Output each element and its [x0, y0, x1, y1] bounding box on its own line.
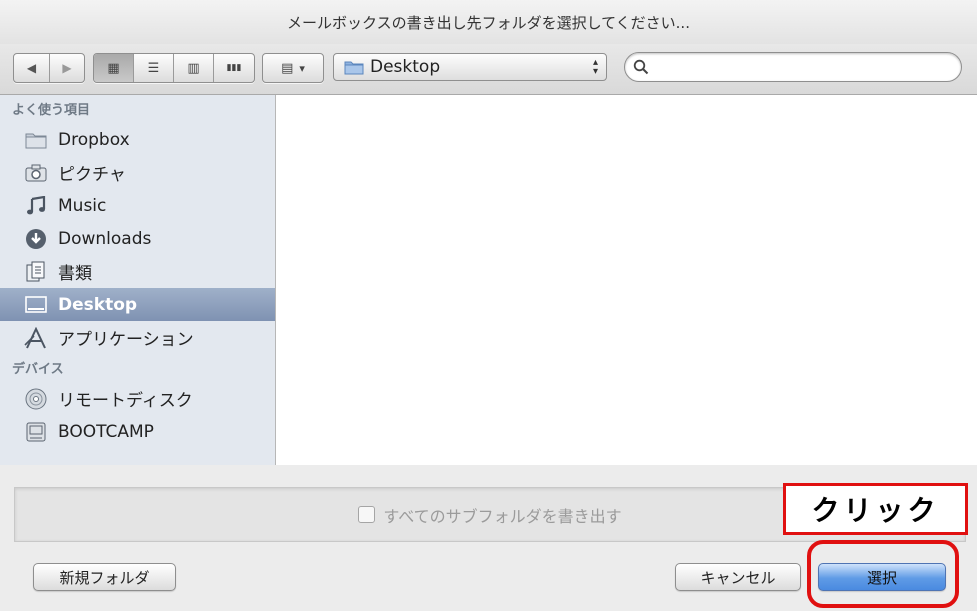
camera-icon — [24, 161, 48, 185]
up-down-arrows-icon: ▴ ▾ — [592, 57, 598, 77]
new-folder-button[interactable]: 新規フォルダ — [33, 563, 176, 591]
forward-arrow-icon: ▶ — [62, 61, 72, 75]
search-field[interactable] — [624, 52, 962, 82]
download-icon — [24, 227, 48, 251]
folder-icon — [24, 128, 48, 152]
coverflow-view-icon: ▮▮▮ — [226, 63, 242, 73]
column-view-icon: ▥ — [187, 60, 200, 76]
sidebar-item-label: 書類 — [58, 264, 92, 284]
list-view-icon: ☰ — [147, 60, 160, 76]
arrange-button[interactable]: ▤ ▾ — [262, 53, 324, 83]
sidebar-item-remote-disc[interactable]: リモートディスク — [0, 382, 275, 415]
hard-drive-icon — [24, 420, 48, 444]
icon-view-icon: ▦ — [107, 60, 120, 76]
sidebar: よく使う項目 Dropbox ピクチャ Music Downloads 書類 D… — [0, 95, 276, 465]
applications-icon — [24, 326, 48, 350]
back-arrow-icon: ◀ — [26, 61, 37, 75]
sidebar-item-label: Music — [58, 195, 107, 216]
dialog-title: メールボックスの書き出し先フォルダを選択してください... — [0, 0, 977, 44]
sidebar-item-label: BOOTCAMP — [58, 421, 154, 442]
sidebar-item-label: アプリケーション — [58, 330, 194, 350]
desktop-icon — [24, 293, 48, 317]
nav-buttons: ◀ ▶ — [13, 53, 85, 83]
highlight-ring — [807, 540, 959, 608]
export-subfolders-label: すべてのサブフォルダを書き出す — [383, 506, 622, 526]
sidebar-item-label: Downloads — [58, 228, 152, 249]
sidebar-item-music[interactable]: Music — [0, 189, 275, 222]
sidebar-item-desktop[interactable]: Desktop — [0, 288, 275, 321]
sidebar-item-documents[interactable]: 書類 — [0, 255, 275, 288]
arrange-grid-icon: ▤ — [281, 60, 294, 76]
sidebar-item-downloads[interactable]: Downloads — [0, 222, 275, 255]
search-input[interactable] — [653, 58, 947, 76]
list-view-button[interactable]: ☰ — [134, 54, 174, 82]
cancel-button[interactable]: キャンセル — [675, 563, 801, 591]
forward-button[interactable]: ▶ — [50, 54, 84, 82]
sidebar-item-dropbox[interactable]: Dropbox — [0, 123, 275, 156]
favorites-header: よく使う項目 — [12, 103, 91, 118]
sidebar-item-applications[interactable]: アプリケーション — [0, 321, 275, 354]
music-note-icon — [24, 194, 48, 218]
sidebar-item-label: Desktop — [58, 294, 138, 315]
location-label: Desktop — [370, 57, 441, 77]
view-mode-buttons: ▦ ☰ ▥ ▮▮▮ — [93, 53, 255, 83]
search-icon — [633, 59, 649, 75]
location-popup[interactable]: Desktop ▴ ▾ — [333, 53, 607, 81]
sidebar-item-label: Dropbox — [58, 129, 130, 150]
folder-icon — [344, 59, 364, 75]
click-callout: クリック — [783, 483, 968, 535]
export-subfolders-checkbox[interactable] — [358, 506, 376, 523]
file-browser-pane[interactable] — [276, 95, 977, 465]
chevron-down-icon: ▾ — [299, 61, 305, 75]
devices-header: デバイス — [12, 362, 64, 377]
sidebar-item-bootcamp[interactable]: BOOTCAMP — [0, 415, 275, 448]
icon-view-button[interactable]: ▦ — [94, 54, 134, 82]
sidebar-item-label: リモートディスク — [58, 391, 193, 411]
sidebar-item-pictures[interactable]: ピクチャ — [0, 156, 275, 189]
back-button[interactable]: ◀ — [14, 54, 50, 82]
coverflow-view-button[interactable]: ▮▮▮ — [214, 54, 254, 82]
sidebar-item-label: ピクチャ — [58, 165, 126, 185]
documents-icon — [24, 260, 48, 284]
column-view-button[interactable]: ▥ — [174, 54, 214, 82]
disc-icon — [24, 387, 48, 411]
